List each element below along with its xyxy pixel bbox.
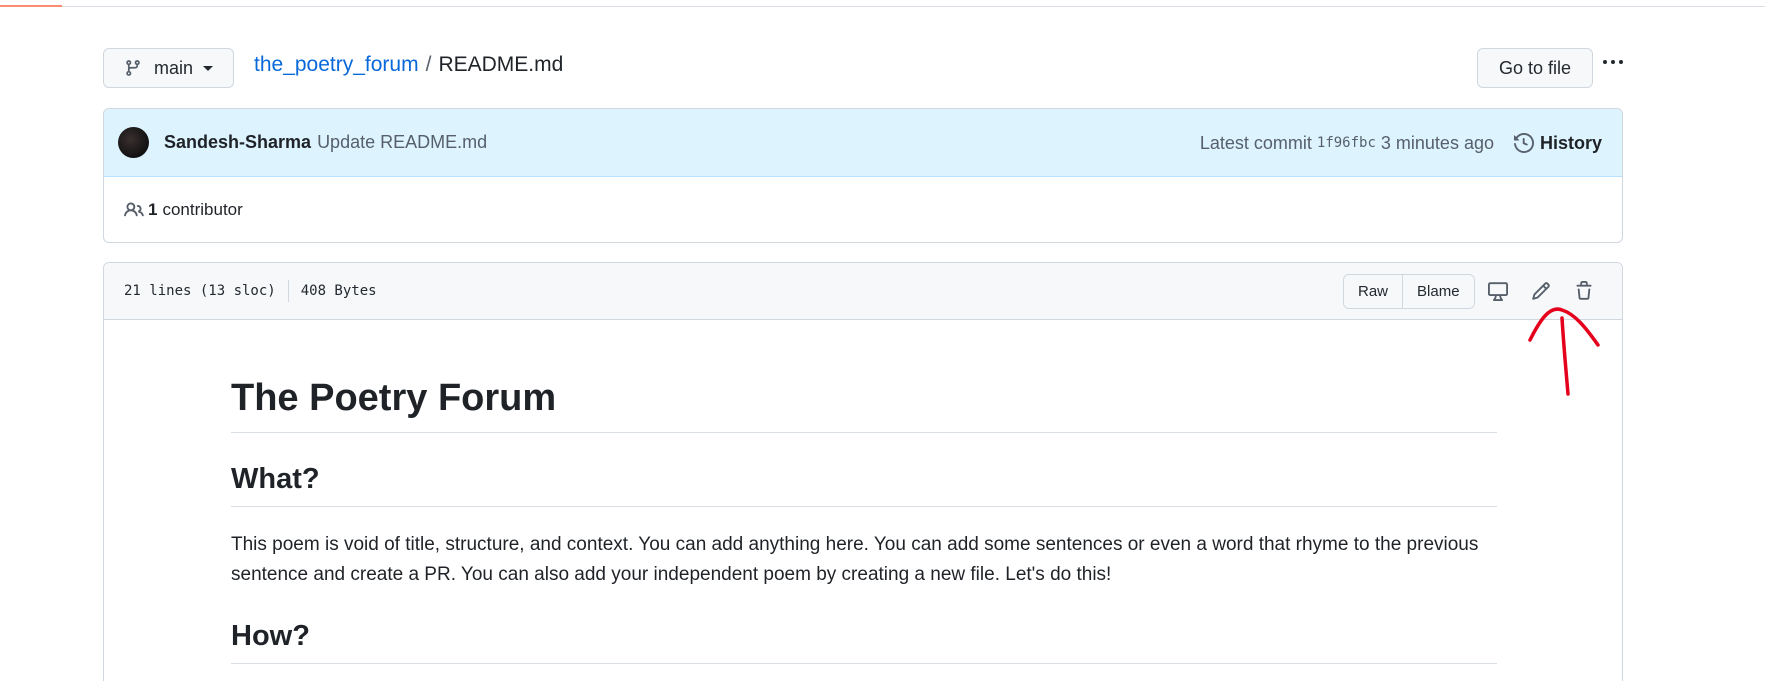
latest-commit-label: Latest commit xyxy=(1199,132,1312,153)
more-options-button[interactable] xyxy=(1598,50,1628,74)
active-tab-underline xyxy=(0,5,62,7)
readme-title: The Poetry Forum xyxy=(231,377,1497,433)
latest-commit-box: Sandesh-Sharma Update README.md Latest c… xyxy=(103,108,1623,243)
file-view-button-group: Raw Blame xyxy=(1343,274,1475,309)
readme-content: The Poetry Forum What? This poem is void… xyxy=(231,320,1497,664)
breadcrumb: the_poetry_forum / README.md xyxy=(254,53,563,77)
trash-icon xyxy=(1576,281,1592,300)
git-branch-icon xyxy=(126,60,140,76)
branch-name: main xyxy=(154,57,194,78)
history-label: History xyxy=(1539,132,1602,153)
go-to-file-button[interactable]: Go to file xyxy=(1477,48,1593,88)
breadcrumb-repo-link[interactable]: the_poetry_forum xyxy=(254,53,419,77)
file-header: 21 lines (13 sloc) 408 Bytes Raw Blame xyxy=(104,263,1622,320)
branch-selector-button[interactable]: main xyxy=(103,48,234,88)
contributor-count[interactable]: 1 xyxy=(148,200,157,220)
people-icon xyxy=(124,202,144,217)
commit-header: Sandesh-Sharma Update README.md Latest c… xyxy=(104,109,1622,177)
desktop-icon xyxy=(1488,282,1508,301)
file-line-count: 21 lines (13 sloc) xyxy=(124,283,276,299)
file-viewer: 21 lines (13 sloc) 408 Bytes Raw Blame T… xyxy=(103,262,1623,681)
desktop-open-button[interactable] xyxy=(1486,279,1510,303)
delete-file-button[interactable] xyxy=(1572,279,1596,303)
blame-button[interactable]: Blame xyxy=(1402,275,1474,308)
readme-heading-what: What? xyxy=(231,463,1497,507)
history-icon xyxy=(1513,133,1534,153)
readme-paragraph: This poem is void of title, structure, a… xyxy=(231,534,1479,585)
contributor-label: contributor xyxy=(162,200,243,219)
file-info-divider xyxy=(287,280,289,302)
breadcrumb-separator: / xyxy=(425,53,432,76)
contributors-row: 1 contributor xyxy=(104,177,1622,242)
file-size: 408 Bytes xyxy=(300,283,377,299)
breadcrumb-file-name: README.md xyxy=(438,53,564,76)
commit-sha-link[interactable]: 1f96fbc xyxy=(1317,135,1376,151)
commit-author-link[interactable]: Sandesh-Sharma xyxy=(164,132,311,153)
commit-meta: Latest commit 1f96fbc 3 minutes ago Hist… xyxy=(1200,109,1602,177)
edit-file-button[interactable] xyxy=(1529,279,1553,303)
readme-heading-how: How? xyxy=(231,620,1497,664)
history-link[interactable]: History xyxy=(1513,132,1602,154)
kebab-dot-icon xyxy=(1619,60,1623,64)
commit-message-link[interactable]: Update README.md xyxy=(317,132,487,153)
commit-time: 3 minutes ago xyxy=(1380,132,1494,153)
raw-button[interactable]: Raw xyxy=(1344,275,1403,308)
avatar[interactable] xyxy=(118,127,149,158)
kebab-dot-icon xyxy=(1603,60,1607,64)
top-divider xyxy=(0,6,1765,7)
pencil-icon xyxy=(1532,282,1550,300)
kebab-dot-icon xyxy=(1611,60,1615,64)
chevron-down-icon xyxy=(203,65,214,71)
